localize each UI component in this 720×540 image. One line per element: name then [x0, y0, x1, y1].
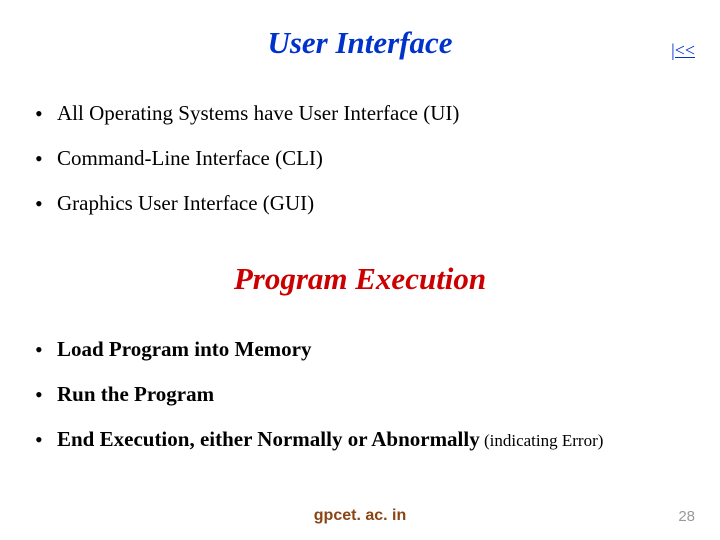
- section-title-2: Program Execution: [25, 261, 695, 297]
- bullet-text: End Execution, either Normally or Abnorm…: [57, 427, 480, 451]
- list-item: All Operating Systems have User Interfac…: [35, 101, 695, 126]
- bullet-list-2: Load Program into Memory Run the Program…: [35, 337, 695, 452]
- error-note: (indicating Error): [480, 431, 604, 450]
- bullet-list-1: All Operating Systems have User Interfac…: [35, 101, 695, 216]
- footer: gpcet. ac. in: [0, 507, 720, 525]
- page-number: 28: [678, 508, 695, 525]
- title-row: User Interface |<<: [25, 25, 695, 61]
- back-link[interactable]: |<<: [671, 40, 695, 61]
- list-item: Command-Line Interface (CLI): [35, 146, 695, 171]
- list-item: End Execution, either Normally or Abnorm…: [35, 427, 695, 452]
- list-item: Run the Program: [35, 382, 695, 407]
- list-item: Graphics User Interface (GUI): [35, 191, 695, 216]
- footer-site: gpcet. ac. in: [314, 507, 406, 524]
- section-title-1: User Interface: [267, 25, 452, 61]
- list-item: Load Program into Memory: [35, 337, 695, 362]
